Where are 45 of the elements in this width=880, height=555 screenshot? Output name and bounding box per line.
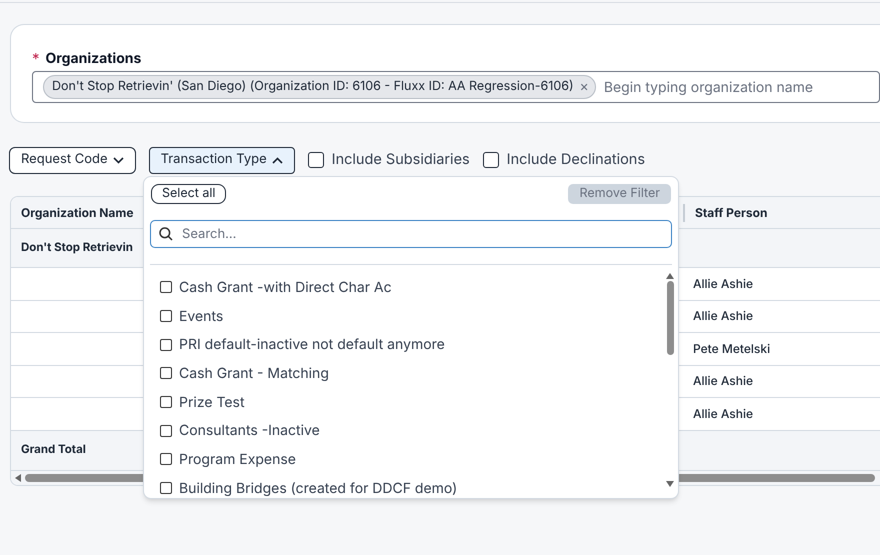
filter-dropdown[interactable]: Request Code [9,146,136,174]
table-cell: Allie Ashie [693,276,754,291]
option-item[interactable]: Building Bridges (created for DDCF demo) [160,474,664,502]
scroll-left-icon[interactable] [15,474,21,482]
checkbox[interactable] [160,338,172,351]
table-cell: Allie Ashie [693,373,754,388]
column-header: Staff Person [695,204,768,220]
option-item[interactable]: Consultants -Inactive [160,416,664,446]
chevron-up-icon [272,156,283,164]
field-label: Organizations [46,48,142,68]
search-icon [159,227,173,241]
select-all-button[interactable]: Select all [151,184,226,204]
checkbox[interactable] [160,396,172,408]
column-header: Organization Name [21,204,134,220]
tag-label: Don't Stop Retrievin' (San Diego) (Organization ID: 6106 - Fluxx ID: AA Regression-6106) [52,78,574,96]
checkbox[interactable] [308,152,324,168]
text-input[interactable]: Begin typing organization name [604,76,864,98]
option-item[interactable]: Program Expense [160,445,664,474]
vertical-scrollbar[interactable] [666,281,674,355]
checkbox[interactable] [160,424,172,437]
checkbox[interactable] [160,367,172,380]
scroll-up-icon[interactable] [666,273,674,279]
checkbox-option[interactable]: Include Subsidiaries [308,149,470,171]
option-item[interactable]: PRI default-inactive not default anymore [160,330,664,360]
checkbox-option[interactable]: Include Declinations [482,149,646,171]
option-item[interactable]: Cash Grant - Matching [160,359,664,388]
filter-dropdown[interactable]: Transaction Type [148,146,295,174]
remove-tag-button[interactable]: × [580,80,589,94]
option-item[interactable]: Prize Test [160,388,664,416]
table-cell: Pete Metelski [693,340,770,356]
table-cell: Don't Stop Retrievin [21,240,133,254]
table-cell: Allie Ashie [693,308,754,324]
option-item[interactable]: Cash Grant -with Direct Char Ac [160,273,664,302]
option-item[interactable]: Events [160,302,664,330]
checkbox[interactable] [160,310,172,322]
checkbox[interactable] [160,482,172,494]
organization-input[interactable]: Don't Stop Retrievin' (San Diego) (Organization ID: 6106 - Fluxx ID: AA Regression-6106) × Begin typing organization name [32,71,880,103]
chevron-down-icon [112,156,124,164]
table-cell: Grand Total [21,442,86,456]
checkbox[interactable] [482,152,499,168]
required-asterisk: * [32,50,40,66]
table-cell: Allie Ashie [693,406,754,421]
checkbox[interactable] [160,453,172,466]
checkbox[interactable] [160,281,172,294]
search-field[interactable]: Search... [150,220,672,248]
